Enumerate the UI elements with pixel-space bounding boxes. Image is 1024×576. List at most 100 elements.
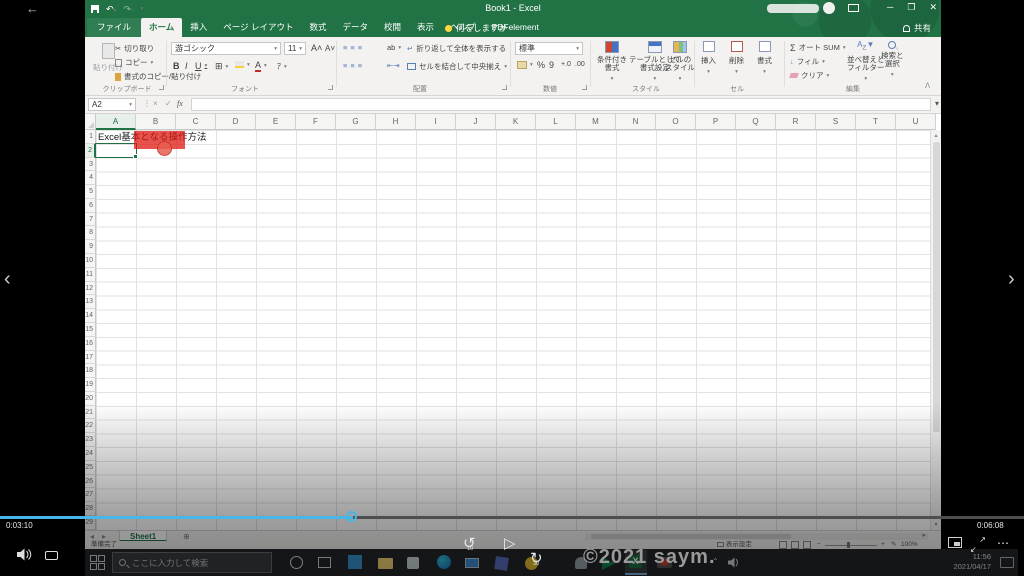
clipboard-dialog-launcher[interactable] <box>159 85 164 90</box>
progress-track[interactable] <box>0 516 1024 519</box>
row-header-28[interactable]: 28 <box>85 502 96 516</box>
pip-button[interactable] <box>948 537 962 548</box>
ribbon-tab-ページ レイアウト[interactable]: ページ レイアウト <box>215 18 301 37</box>
column-header-M[interactable]: M <box>576 114 616 130</box>
underline-button[interactable]: U ▾ <box>195 61 207 71</box>
name-box[interactable]: A2 ▾ <box>88 98 136 111</box>
start-button[interactable] <box>90 555 106 571</box>
volume-button[interactable] <box>17 548 32 561</box>
expand-formula-bar-icon[interactable]: ▾ <box>935 99 939 108</box>
column-header-U[interactable]: U <box>896 114 936 130</box>
row-header-4[interactable]: 4 <box>85 171 96 186</box>
column-header-K[interactable]: K <box>496 114 536 130</box>
currency-button[interactable]: ▾ <box>517 61 533 69</box>
column-header-D[interactable]: D <box>216 114 256 130</box>
confirm-entry-icon[interactable]: ✓ <box>165 99 172 108</box>
number-format-select[interactable]: 標準 ▾ <box>515 42 583 55</box>
rewind-10-button[interactable]: ↺ 10 <box>463 536 1024 552</box>
row-header-20[interactable]: 20 <box>85 391 96 406</box>
shrink-font-button[interactable]: A˅ <box>325 44 335 53</box>
ribbon-display-options-icon[interactable] <box>848 4 859 12</box>
insert-function-icon[interactable]: fx <box>177 99 183 108</box>
format-painter-button[interactable]: 書式のコピー/貼り付け <box>115 71 201 82</box>
cell-styles-button[interactable]: セルの スタイル ▾ <box>665 41 695 83</box>
formula-input[interactable] <box>191 98 931 111</box>
column-header-T[interactable]: T <box>856 114 896 130</box>
row-header-10[interactable]: 10 <box>85 254 96 268</box>
player-next-chevron-icon[interactable]: › <box>1008 268 1015 291</box>
maximize-button[interactable]: ❐ <box>907 2 915 13</box>
ribbon-tab-ファイル[interactable]: ファイル <box>87 18 142 37</box>
ribbon-tab-校閲[interactable]: 校閲 <box>376 18 409 37</box>
row-header-13[interactable]: 13 <box>85 295 96 310</box>
photos-icon[interactable] <box>348 555 362 569</box>
grow-font-button[interactable]: A˄ <box>311 43 322 53</box>
column-header-A[interactable]: A <box>96 114 136 130</box>
font-name-select[interactable]: 游ゴシック ▾ <box>171 42 281 55</box>
ribbon-tab-ホーム[interactable]: ホーム <box>141 18 183 37</box>
row-header-1[interactable]: 1 <box>85 130 96 144</box>
percent-style-button[interactable]: % <box>537 60 545 70</box>
wrap-text-button[interactable]: ↵ 折り返して全体を表示する <box>407 43 506 54</box>
column-header-L[interactable]: L <box>536 114 576 130</box>
task-view-icon[interactable] <box>318 557 331 568</box>
row-header-21[interactable]: 21 <box>85 405 96 420</box>
progress-handle[interactable] <box>346 511 357 522</box>
store-icon[interactable] <box>407 557 419 569</box>
row-header-17[interactable]: 17 <box>85 350 96 365</box>
column-header-E[interactable]: E <box>256 114 296 130</box>
row-header-18[interactable]: 18 <box>85 364 96 379</box>
row-header-23[interactable]: 23 <box>85 433 96 447</box>
conditional-formatting-button[interactable]: 条件付き 書式 ▾ <box>597 41 627 83</box>
row-header-22[interactable]: 22 <box>85 419 96 434</box>
insert-cells-button[interactable]: 挿入 ▾ <box>701 41 716 75</box>
collapse-ribbon-button[interactable]: ᐱ <box>925 81 930 90</box>
font-dialog-launcher[interactable] <box>328 85 333 90</box>
scroll-up-icon[interactable]: ▴ <box>931 132 941 139</box>
column-header-C[interactable]: C <box>176 114 216 130</box>
vertical-align-buttons[interactable]: ≡≡≡ <box>343 43 365 52</box>
column-header-H[interactable]: H <box>376 114 416 130</box>
row-header-15[interactable]: 15 <box>85 322 96 337</box>
3d-viewer-icon[interactable] <box>494 556 509 571</box>
cortana-icon[interactable] <box>290 556 303 569</box>
cancel-entry-icon[interactable]: × <box>153 99 158 108</box>
row-header-27[interactable]: 27 <box>85 488 96 503</box>
account-avatar[interactable] <box>823 2 835 14</box>
column-header-F[interactable]: F <box>296 114 336 130</box>
merge-center-button[interactable]: セルを結合して中央揃え ▾ <box>407 61 507 72</box>
fill-color-button[interactable]: ▾ <box>235 61 250 68</box>
delete-cells-button[interactable]: 削除 ▾ <box>729 41 744 75</box>
minimize-button[interactable]: ─ <box>887 2 893 13</box>
fill-button[interactable]: ↓ フィル ▾ <box>790 56 825 67</box>
orientation-button[interactable]: ab ▾ <box>387 43 401 52</box>
edge-icon[interactable] <box>437 555 451 569</box>
tell-me-box[interactable]: 何をしますか <box>445 22 507 34</box>
column-header-S[interactable]: S <box>816 114 856 130</box>
row-header-25[interactable]: 25 <box>85 460 96 475</box>
ribbon-tab-表示[interactable]: 表示 <box>409 18 442 37</box>
row-header-19[interactable]: 19 <box>85 378 96 392</box>
spreadsheet-grid[interactable]: 1 2 3 4 5 6 7 8 9 10 11 12 13 14 15 16 17 18 19 20 21 22 23 24 2… <box>85 130 930 530</box>
column-header-N[interactable]: N <box>616 114 656 130</box>
row-header-16[interactable]: 16 <box>85 336 96 351</box>
row-header-12[interactable]: 12 <box>85 281 96 296</box>
column-header-B[interactable]: B <box>136 114 176 130</box>
italic-button[interactable]: I <box>185 61 188 71</box>
row-header-9[interactable]: 9 <box>85 240 96 255</box>
player-back-icon[interactable]: ← <box>26 1 39 16</box>
column-header-J[interactable]: J <box>456 114 496 130</box>
fullscreen-toggle-button[interactable]: ↗ ↙ <box>970 535 986 554</box>
cut-button[interactable]: ✂ 切り取り <box>115 43 154 54</box>
row-header-26[interactable]: 26 <box>85 474 96 489</box>
column-header-G[interactable]: G <box>336 114 376 130</box>
column-header-O[interactable]: O <box>656 114 696 130</box>
ribbon-tab-データ[interactable]: データ <box>335 18 377 37</box>
row-header-7[interactable]: 7 <box>85 212 96 227</box>
row-header-8[interactable]: 8 <box>85 226 96 241</box>
vertical-scrollbar[interactable]: ▴ ▾ <box>930 130 941 530</box>
name-box-splitter[interactable]: ⋮ <box>143 99 151 108</box>
column-header-P[interactable]: P <box>696 114 736 130</box>
copy-button[interactable]: コピー ▾ <box>115 57 153 68</box>
bold-button[interactable]: B <box>173 61 180 71</box>
